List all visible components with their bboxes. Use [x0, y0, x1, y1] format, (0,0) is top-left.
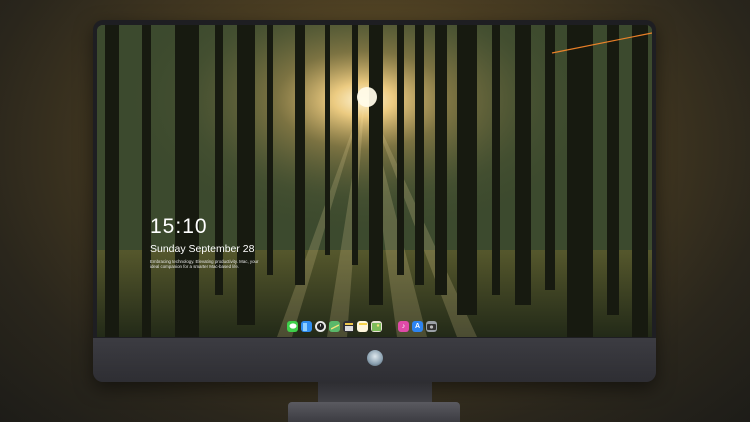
notes-icon[interactable] — [357, 321, 368, 332]
forest-wallpaper — [97, 25, 652, 337]
lock-screen-time: 15:10 — [150, 215, 208, 238]
clock-icon[interactable] — [315, 321, 326, 332]
monitor-chin — [93, 338, 656, 382]
music-icon[interactable]: ♪ — [398, 321, 409, 332]
app-store-icon[interactable]: A — [412, 321, 423, 332]
messages-icon[interactable] — [287, 321, 298, 332]
monitor-stand-base — [288, 402, 460, 422]
dock: ♪ A — [287, 319, 437, 334]
camera-icon[interactable] — [426, 321, 437, 332]
brand-logo-icon — [367, 350, 383, 366]
finder-icon[interactable] — [301, 321, 312, 332]
lock-screen-date: Sunday September 28 — [150, 243, 255, 255]
desktop-screen: 15:10 Sunday September 28 Embracing tech… — [97, 25, 652, 337]
lock-screen-caption: Embracing technology. Elevating producti… — [150, 259, 259, 270]
maps-icon[interactable] — [329, 321, 340, 332]
photos-icon[interactable] — [371, 321, 382, 332]
clapper-icon[interactable] — [343, 321, 354, 332]
monitor: 15:10 Sunday September 28 Embracing tech… — [93, 20, 656, 382]
